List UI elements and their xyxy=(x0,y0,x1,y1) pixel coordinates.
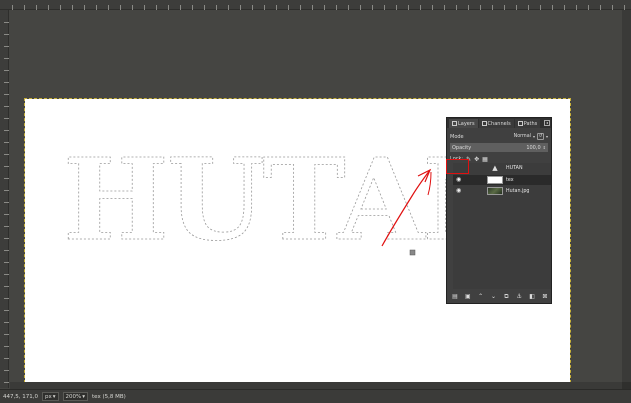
unit-select[interactable]: px ▾ xyxy=(42,392,59,401)
ruler-tick xyxy=(4,202,9,203)
layers-icon xyxy=(452,121,457,126)
duplicate-layer-icon[interactable]: ⧉ xyxy=(501,293,511,301)
layers-dock: Layers Channels Paths ◂ Mode Normal ▾ ↺ … xyxy=(446,117,552,304)
ruler-tick xyxy=(4,22,9,23)
layer-thumbnail xyxy=(487,176,503,184)
chevron-down-icon: ▾ xyxy=(52,393,56,400)
ruler-tick xyxy=(4,178,9,179)
layer-name[interactable]: Hutan.jpg xyxy=(506,189,529,194)
status-message: tex (5,8 MB) xyxy=(92,393,126,400)
tab-label: Layers xyxy=(458,120,475,127)
ruler-tick xyxy=(4,250,9,251)
layers-list[interactable]: ▲ HUTAN ◉ tex ◉ Hutan.jpg xyxy=(453,163,551,289)
layer-actions-bar: ▤ ▣ ⌃ ⌄ ⧉ ⚓ ◧ ⊠ xyxy=(450,292,550,301)
paths-icon xyxy=(517,121,523,126)
ruler-tick xyxy=(4,334,9,335)
mode-select[interactable]: Normal xyxy=(514,134,531,139)
navigate-button[interactable] xyxy=(622,382,631,389)
layer-row-hutan-jpg[interactable]: ◉ Hutan.jpg xyxy=(453,186,551,196)
layer-name[interactable]: HUTAN xyxy=(506,166,523,171)
ruler-tick xyxy=(4,190,9,191)
mode-row: Mode Normal ▾ ↺ ▾ xyxy=(447,131,551,142)
ruler-tick xyxy=(4,82,9,83)
annotation-highlight-box xyxy=(446,159,469,174)
lower-layer-icon[interactable]: ⌄ xyxy=(489,293,499,300)
ruler-tick xyxy=(4,214,9,215)
new-group-icon[interactable]: ▣ xyxy=(463,293,473,300)
horizontal-ruler xyxy=(0,0,631,10)
eye-icon[interactable]: ◉ xyxy=(456,188,463,194)
anchor-layer-icon[interactable]: ⚓ xyxy=(514,293,524,300)
ruler-tick xyxy=(4,46,9,47)
tab-layers[interactable]: Layers xyxy=(449,119,478,128)
raise-layer-icon[interactable]: ⌃ xyxy=(476,293,486,300)
ruler-tick xyxy=(4,34,9,35)
text-layer-icon: ▲ xyxy=(487,164,503,172)
chevron-down-icon[interactable]: ▾ xyxy=(546,134,548,139)
horizontal-scrollbar[interactable] xyxy=(10,382,622,389)
lock-alpha-icon[interactable]: ▦ xyxy=(482,156,488,163)
ruler-tick xyxy=(4,358,9,359)
channels-icon xyxy=(481,121,487,126)
pointer-coordinates: 447,5, 171,0 xyxy=(3,393,38,400)
layer-thumbnail xyxy=(487,187,503,195)
ruler-tick xyxy=(4,226,9,227)
status-bar: 447,5, 171,0 px ▾ 200% ▾ tex (5,8 MB) xyxy=(0,389,631,403)
ruler-tick xyxy=(4,262,9,263)
ruler-tick xyxy=(4,286,9,287)
ruler-tick xyxy=(4,382,9,383)
ruler-tick xyxy=(4,70,9,71)
spin-icon[interactable]: ⇕ xyxy=(543,145,546,150)
mode-label: Mode xyxy=(450,133,464,140)
layer-name[interactable]: tex xyxy=(506,178,514,183)
dock-menu-icon[interactable]: ◂ xyxy=(544,120,550,126)
ruler-tick xyxy=(4,130,9,131)
ruler-tick xyxy=(4,370,9,371)
vertical-ruler xyxy=(0,10,9,388)
new-layer-icon[interactable]: ▤ xyxy=(450,293,460,300)
ruler-tick xyxy=(4,322,9,323)
lock-position-icon[interactable]: ✥ xyxy=(474,156,479,163)
ruler-tick xyxy=(4,238,9,239)
opacity-slider[interactable]: Opacity 100,0 ⇕ xyxy=(450,143,548,152)
delete-layer-icon[interactable]: ⊠ xyxy=(540,293,550,300)
tab-channels[interactable]: Channels xyxy=(478,119,514,128)
eye-icon[interactable]: ◉ xyxy=(456,177,463,183)
layer-row-tex[interactable]: ◉ tex xyxy=(453,175,551,185)
ruler-tick xyxy=(4,118,9,119)
opacity-label: Opacity xyxy=(452,144,472,151)
vertical-scrollbar[interactable] xyxy=(622,10,631,388)
tab-paths[interactable]: Paths xyxy=(514,119,541,128)
chevron-down-icon[interactable]: ▾ xyxy=(533,134,535,139)
ruler-tick xyxy=(4,154,9,155)
opacity-value[interactable]: 100,0 xyxy=(526,145,540,151)
tab-label: Paths xyxy=(523,120,538,127)
ruler-tick xyxy=(4,142,9,143)
mask-icon[interactable]: ◧ xyxy=(527,293,537,300)
ruler-tick xyxy=(4,58,9,59)
ruler-tick xyxy=(4,94,9,95)
ruler-tick xyxy=(4,346,9,347)
ruler-tick xyxy=(4,310,9,311)
ruler-tick xyxy=(4,106,9,107)
ruler-tick xyxy=(4,274,9,275)
dock-tabs: Layers Channels Paths xyxy=(447,118,551,128)
reset-mode-icon[interactable]: ↺ xyxy=(536,133,544,140)
ruler-tick xyxy=(4,166,9,167)
tab-label: Channels xyxy=(487,120,511,127)
zoom-select[interactable]: 200% ▾ xyxy=(62,392,89,401)
chevron-down-icon: ▾ xyxy=(82,393,86,400)
ruler-tick xyxy=(4,298,9,299)
